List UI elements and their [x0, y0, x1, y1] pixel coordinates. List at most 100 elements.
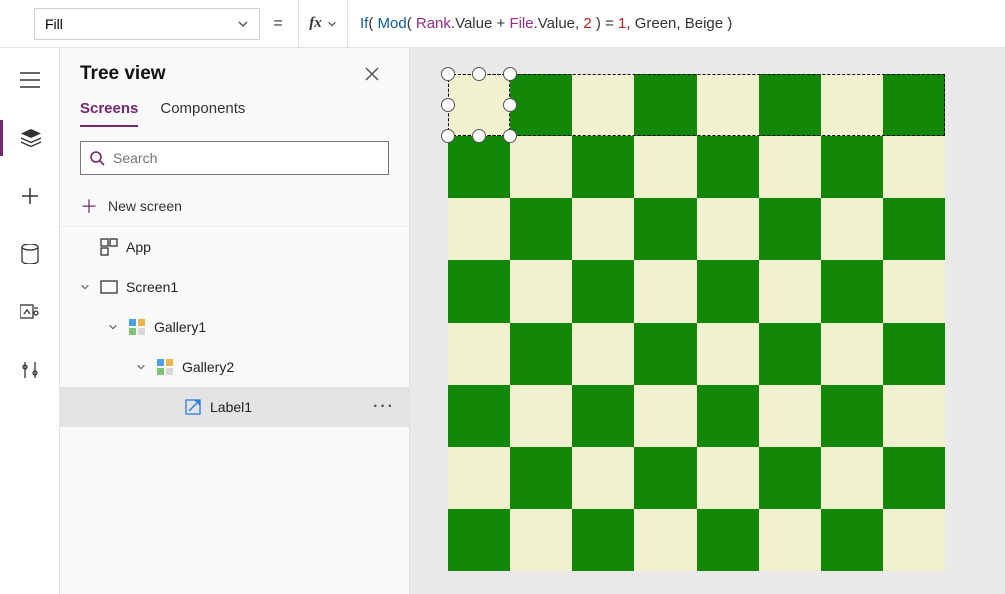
board-cell[interactable]	[821, 198, 883, 260]
board-cell[interactable]	[821, 260, 883, 322]
board-cell[interactable]	[448, 136, 510, 198]
board-cell[interactable]	[821, 74, 883, 136]
board-cell[interactable]	[821, 385, 883, 447]
board-cell[interactable]	[697, 385, 759, 447]
node-gallery1[interactable]: Gallery1	[60, 307, 409, 347]
node-screen1[interactable]: Screen1	[60, 267, 409, 307]
board-cell[interactable]	[883, 198, 945, 260]
board-cell[interactable]	[634, 447, 696, 509]
tree-items: AppScreen1Gallery1Gallery2Label1	[60, 227, 409, 427]
more-button[interactable]	[373, 398, 395, 416]
resize-handle[interactable]	[472, 129, 486, 143]
board-cell[interactable]	[697, 74, 759, 136]
board-cell[interactable]	[759, 323, 821, 385]
board-cell[interactable]	[572, 136, 634, 198]
board-cell[interactable]	[572, 385, 634, 447]
board-cell[interactable]	[448, 74, 510, 136]
media-icon	[20, 303, 40, 321]
board-cell[interactable]	[572, 509, 634, 571]
node-app[interactable]: App	[60, 227, 409, 267]
board-cell[interactable]	[697, 447, 759, 509]
board-cell[interactable]	[883, 74, 945, 136]
board-cell[interactable]	[821, 136, 883, 198]
board-cell[interactable]	[759, 509, 821, 571]
board-cell[interactable]	[510, 509, 572, 571]
board-cell[interactable]	[634, 260, 696, 322]
board-cell[interactable]	[634, 198, 696, 260]
media-button[interactable]	[0, 294, 60, 330]
board-cell[interactable]	[572, 198, 634, 260]
board-cell[interactable]	[572, 447, 634, 509]
board-cell[interactable]	[759, 385, 821, 447]
node-label1[interactable]: Label1	[60, 387, 409, 427]
board-cell[interactable]	[510, 198, 572, 260]
search-input[interactable]	[113, 150, 380, 166]
node-gallery2[interactable]: Gallery2	[60, 347, 409, 387]
board-cell[interactable]	[510, 260, 572, 322]
board-cell[interactable]	[759, 74, 821, 136]
board-cell[interactable]	[510, 136, 572, 198]
board-cell[interactable]	[448, 323, 510, 385]
board-cell[interactable]	[572, 74, 634, 136]
board-cell[interactable]	[510, 323, 572, 385]
board-cell[interactable]	[697, 323, 759, 385]
board-cell[interactable]	[634, 323, 696, 385]
resize-handle[interactable]	[503, 129, 517, 143]
board-cell[interactable]	[883, 509, 945, 571]
search-box[interactable]	[80, 141, 389, 175]
board-cell[interactable]	[759, 136, 821, 198]
board-cell[interactable]	[510, 447, 572, 509]
layers-icon	[21, 129, 41, 147]
fx-button[interactable]: fx	[298, 0, 348, 48]
new-screen-button[interactable]: ＋ New screen	[60, 185, 409, 227]
board-cell[interactable]	[572, 323, 634, 385]
resize-handle[interactable]	[441, 129, 455, 143]
tab-screens[interactable]: Screens	[80, 100, 138, 127]
board-cell[interactable]	[448, 260, 510, 322]
app-icon	[100, 238, 118, 256]
tree-view-button[interactable]	[0, 120, 60, 156]
board-cell[interactable]	[697, 198, 759, 260]
board-cell[interactable]	[759, 198, 821, 260]
property-dropdown[interactable]: Fill	[34, 8, 260, 40]
resize-handle[interactable]	[441, 67, 455, 81]
resize-handle[interactable]	[503, 67, 517, 81]
board-cell[interactable]	[697, 136, 759, 198]
data-button[interactable]	[0, 236, 60, 272]
board-cell[interactable]	[759, 447, 821, 509]
resize-handle[interactable]	[441, 98, 455, 112]
board-cell[interactable]	[883, 447, 945, 509]
tab-components[interactable]: Components	[160, 100, 245, 127]
board-cell[interactable]	[883, 136, 945, 198]
board-cell[interactable]	[821, 509, 883, 571]
board-cell[interactable]	[759, 260, 821, 322]
board-cell[interactable]	[883, 385, 945, 447]
board-cell[interactable]	[448, 509, 510, 571]
board-cell[interactable]	[883, 260, 945, 322]
canvas[interactable]	[410, 48, 1005, 594]
insert-button[interactable]	[0, 178, 60, 214]
board-cell[interactable]	[634, 136, 696, 198]
close-panel-button[interactable]	[355, 62, 389, 86]
board-cell[interactable]	[510, 74, 572, 136]
resize-handle[interactable]	[503, 98, 517, 112]
database-icon	[21, 244, 39, 264]
board-cell[interactable]	[821, 447, 883, 509]
advanced-button[interactable]	[0, 352, 60, 388]
board-cell[interactable]	[448, 447, 510, 509]
board-cell[interactable]	[821, 323, 883, 385]
board-cell[interactable]	[883, 323, 945, 385]
board-cell[interactable]	[448, 198, 510, 260]
formula-input[interactable]: If( Mod( Rank.Value + File.Value, 2 ) = …	[348, 0, 1005, 48]
board-cell[interactable]	[697, 509, 759, 571]
hamburger-button[interactable]	[0, 62, 60, 98]
board-cell[interactable]	[634, 385, 696, 447]
board-cell[interactable]	[572, 260, 634, 322]
board-cell[interactable]	[634, 74, 696, 136]
board-cell[interactable]	[448, 385, 510, 447]
board-cell[interactable]	[697, 260, 759, 322]
board-cell[interactable]	[510, 385, 572, 447]
resize-handle[interactable]	[472, 67, 486, 81]
gallery-icon	[156, 358, 174, 376]
board-cell[interactable]	[634, 509, 696, 571]
